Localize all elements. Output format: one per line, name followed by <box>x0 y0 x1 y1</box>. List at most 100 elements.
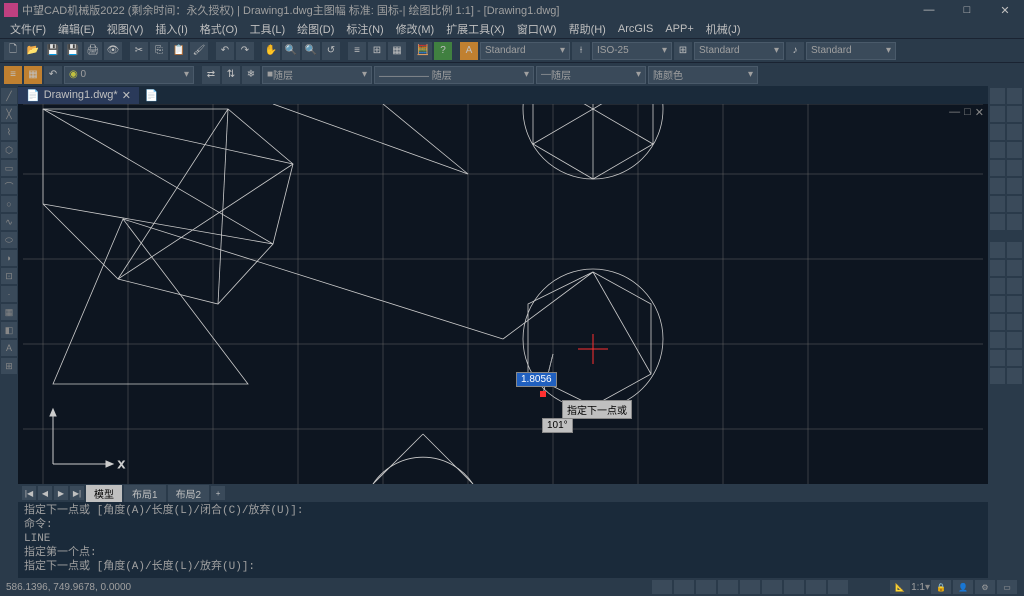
model-tab[interactable]: 模型 <box>86 485 122 502</box>
scale-icon[interactable]: 📐 <box>890 580 910 594</box>
dim-arc[interactable] <box>990 260 1005 276</box>
fillet-tool[interactable] <box>990 214 1005 230</box>
tab-next[interactable]: ▶ <box>54 486 68 500</box>
offset-tool[interactable] <box>1007 106 1022 122</box>
linetype-select[interactable]: ————— 随层▾ <box>374 66 534 84</box>
tab-first[interactable]: |◀ <box>22 486 36 500</box>
line-tool[interactable]: ╱ <box>1 88 17 104</box>
dim-cont[interactable] <box>1007 314 1022 330</box>
copy-tool[interactable] <box>1007 88 1022 104</box>
menu-app[interactable]: APP+ <box>659 21 699 37</box>
break-tool[interactable] <box>1007 178 1022 194</box>
mdi-close[interactable]: ✕ <box>975 106 984 119</box>
dim-radius[interactable] <box>990 278 1005 294</box>
plotstyle-select[interactable]: 随颜色▾ <box>648 66 758 84</box>
layer-select[interactable]: ◉ 0▾ <box>64 66 194 84</box>
tab-add[interactable]: + <box>211 486 225 500</box>
menu-arcgis[interactable]: ArcGIS <box>612 21 659 37</box>
erase-tool[interactable] <box>990 88 1005 104</box>
menu-window[interactable]: 窗口(W) <box>511 19 563 39</box>
polar-toggle[interactable] <box>718 580 738 594</box>
dimstyle-select[interactable]: ISO-25▾ <box>592 42 672 60</box>
saveas-button[interactable]: 💾 <box>64 42 82 60</box>
layermatch-button[interactable]: ⇄ <box>202 66 220 84</box>
ws-icon[interactable]: ⚙ <box>975 580 995 594</box>
coord-display[interactable]: 586.1396, 749.9678, 0.0000 <box>6 582 131 593</box>
textstyle-icon[interactable]: A <box>460 42 478 60</box>
array-tool[interactable] <box>990 124 1005 140</box>
mdi-min[interactable]: — <box>949 106 960 119</box>
dim-dia[interactable] <box>1007 278 1022 294</box>
grid-toggle[interactable] <box>674 580 694 594</box>
stretch-tool[interactable] <box>990 160 1005 176</box>
osnap-toggle[interactable] <box>740 580 760 594</box>
lineweight-select[interactable]: — 随层▾ <box>536 66 646 84</box>
help-button[interactable]: ? <box>434 42 452 60</box>
explode-tool[interactable] <box>1007 214 1022 230</box>
menu-ext[interactable]: 扩展工具(X) <box>440 19 511 39</box>
menu-format[interactable]: 格式(O) <box>194 19 244 39</box>
block-tool[interactable]: ⊡ <box>1 268 17 284</box>
close-button[interactable]: ✕ <box>990 1 1020 19</box>
arc-tool[interactable]: ⌒ <box>1 178 17 194</box>
save-button[interactable]: 💾 <box>44 42 62 60</box>
polygon-tool[interactable]: ⬡ <box>1 142 17 158</box>
move-tool[interactable] <box>1007 124 1022 140</box>
dim-linear[interactable] <box>990 242 1005 258</box>
mdi-max[interactable]: □ <box>964 106 971 119</box>
menu-dim[interactable]: 标注(N) <box>340 19 389 39</box>
dim-base[interactable] <box>990 314 1005 330</box>
dim-update[interactable] <box>1007 368 1022 384</box>
extend-tool[interactable] <box>990 178 1005 194</box>
mlstyle-icon[interactable]: ♪ <box>786 42 804 60</box>
zoom-button[interactable]: 🔍 <box>282 42 300 60</box>
copy-button[interactable]: ⎘ <box>150 42 168 60</box>
rotate-tool[interactable] <box>990 142 1005 158</box>
dimstyle-icon[interactable]: ⟊ <box>572 42 590 60</box>
trim-tool[interactable] <box>1007 160 1022 176</box>
region-tool[interactable]: ◧ <box>1 322 17 338</box>
tablestyle-select[interactable]: Standard▾ <box>694 42 784 60</box>
clean-icon[interactable]: ▭ <box>997 580 1017 594</box>
menu-view[interactable]: 视图(V) <box>101 19 150 39</box>
print-button[interactable]: 🖨 <box>84 42 102 60</box>
textstyle-select[interactable]: Standard▾ <box>480 42 570 60</box>
scale-display[interactable]: 1:1 <box>911 582 925 593</box>
layerfreeze-button[interactable]: ❄ <box>242 66 260 84</box>
open-button[interactable]: 📂 <box>24 42 42 60</box>
model-toggle[interactable] <box>828 580 848 594</box>
cut-button[interactable]: ✂ <box>130 42 148 60</box>
hatch-tool[interactable]: ▦ <box>1 304 17 320</box>
snap-toggle[interactable] <box>652 580 672 594</box>
redo-button[interactable]: ↷ <box>236 42 254 60</box>
dim-tol[interactable] <box>1007 332 1022 348</box>
dyn-angle[interactable]: 101° <box>542 418 573 433</box>
menu-draw[interactable]: 绘图(D) <box>291 19 340 39</box>
color-select[interactable]: ■ 随层▾ <box>262 66 372 84</box>
mirror-tool[interactable] <box>990 106 1005 122</box>
earc-tool[interactable]: ◗ <box>1 250 17 266</box>
ellipse-tool[interactable]: ⬭ <box>1 232 17 248</box>
spline-tool[interactable]: ∿ <box>1 214 17 230</box>
point-tool[interactable]: · <box>1 286 17 302</box>
join-tool[interactable] <box>990 196 1005 212</box>
dim-leader[interactable] <box>990 332 1005 348</box>
dyn-length[interactable]: 1.8056 <box>516 372 557 387</box>
menu-help[interactable]: 帮助(H) <box>563 19 612 39</box>
zoomwin-button[interactable]: 🔍 <box>302 42 320 60</box>
dim-ord[interactable] <box>1007 260 1022 276</box>
layer-mgr-button[interactable]: ≡ <box>4 66 22 84</box>
table-tool[interactable]: ⊞ <box>1 358 17 374</box>
dim-qdim[interactable] <box>1007 296 1022 312</box>
props-button[interactable]: ≡ <box>348 42 366 60</box>
pan-button[interactable]: ✋ <box>262 42 280 60</box>
menu-mech[interactable]: 机械(J) <box>700 19 747 39</box>
tp-button[interactable]: ▦ <box>388 42 406 60</box>
circle-tool[interactable]: ○ <box>1 196 17 212</box>
layeriso-button[interactable]: ▦ <box>24 66 42 84</box>
new-tab-button[interactable]: 📄 <box>139 89 165 102</box>
dyn-toggle[interactable] <box>806 580 826 594</box>
lwt-toggle[interactable] <box>784 580 804 594</box>
menu-insert[interactable]: 插入(I) <box>149 19 193 39</box>
command-panel[interactable]: 指定下一点或 [角度(A)/长度(L)/闭合(C)/放弃(U)]: 命令: LI… <box>18 502 988 578</box>
